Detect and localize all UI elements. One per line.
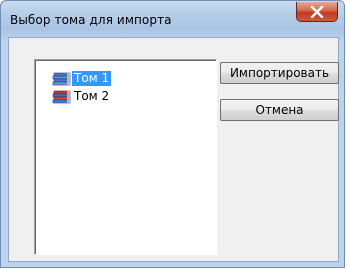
tree-item-label: Том 2 [74, 89, 110, 103]
dialog-body: Том 1 Том 2 Импортировать Отмена [8, 37, 339, 262]
books-icon [52, 90, 71, 103]
import-button[interactable]: Импортировать [220, 62, 339, 84]
books-icon [52, 72, 71, 85]
cancel-button[interactable]: Отмена [220, 99, 339, 121]
close-icon [310, 5, 324, 18]
title-bar[interactable]: Выбор тома для импорта [1, 1, 344, 37]
tree-item-volume-2[interactable]: Том 2 [52, 88, 111, 105]
close-button[interactable] [296, 2, 338, 22]
dialog-window: Выбор тома для импорта Том 1 Том 2 Импор… [0, 0, 345, 268]
volume-tree[interactable]: Том 1 Том 2 [34, 59, 217, 255]
tree-item-volume-1[interactable]: Том 1 [52, 70, 112, 87]
tree-item-label: Том 1 [72, 71, 112, 86]
window-title: Выбор тома для импорта [10, 13, 172, 27]
